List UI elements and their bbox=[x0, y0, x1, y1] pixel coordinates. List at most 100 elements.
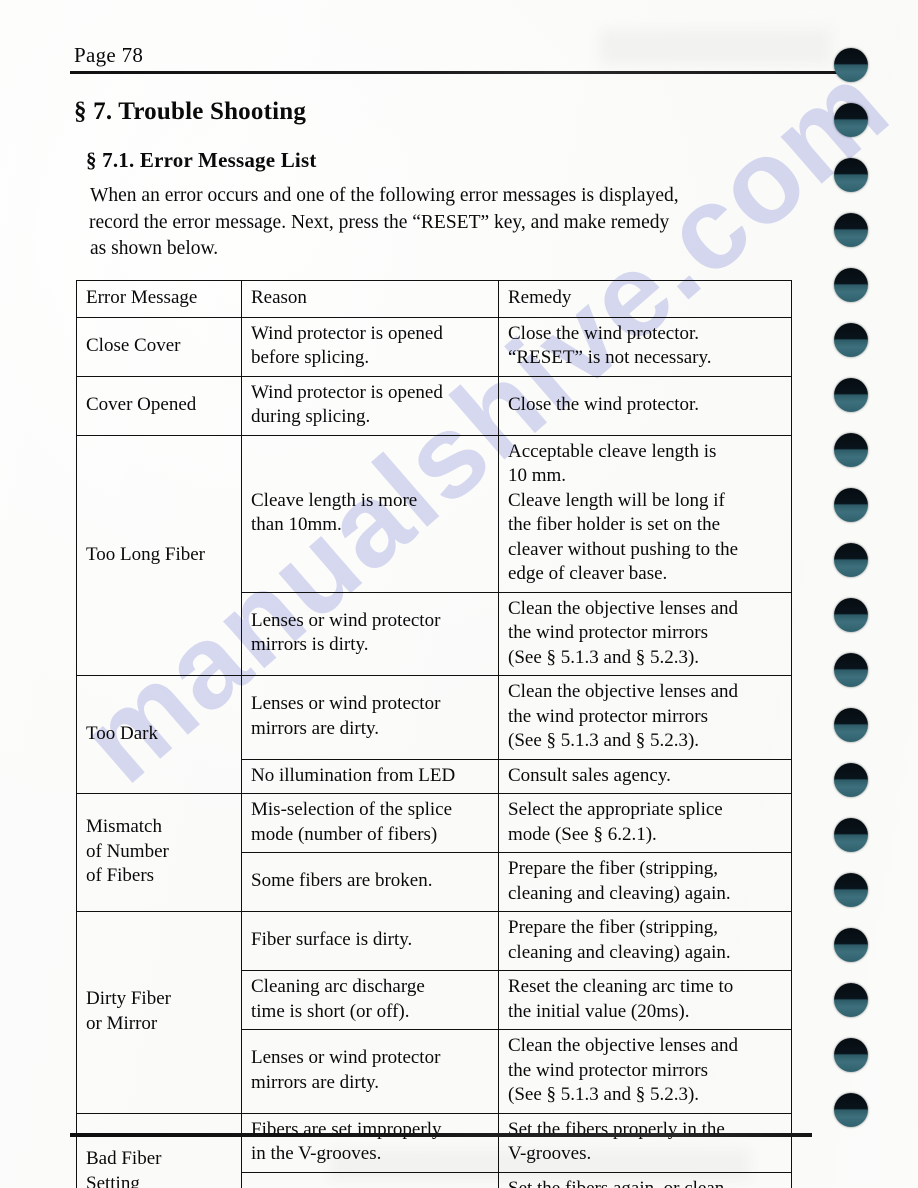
section-heading: § 7. Trouble Shooting bbox=[74, 98, 307, 125]
binding-hole bbox=[834, 873, 868, 907]
table-head: Error Message Reason Remedy bbox=[76, 280, 792, 318]
binding-hole bbox=[834, 928, 868, 962]
column-header-remedy: Remedy bbox=[498, 280, 792, 318]
cell-reason: Wind protector is opened before splicing. bbox=[241, 316, 499, 377]
cell-line: Cover Opened bbox=[86, 393, 197, 415]
cell-line: cleaver without pushing to the bbox=[508, 538, 739, 560]
cell-line: during splicing. bbox=[251, 406, 371, 427]
cell-line: mode (See § 6.2.1). bbox=[508, 823, 657, 845]
intro-line: as shown below. bbox=[90, 238, 219, 259]
cell-line: cleaning and cleaving) again. bbox=[508, 882, 731, 904]
cell-reason: Some fibers are broken. bbox=[241, 852, 499, 912]
binding-hole bbox=[834, 213, 868, 247]
table-row: Too Dark Lenses or wind protector mirrors … bbox=[76, 675, 792, 794]
cell-remedy: Consult sales agency. bbox=[498, 758, 792, 794]
table-body: Close Cover Wind protector is opened befor… bbox=[76, 316, 792, 1188]
scanned-manual-page: manualshive.com Page 78 § 7. Trouble Sho… bbox=[0, 0, 918, 1188]
cell-line: No illumination from LED bbox=[251, 764, 456, 786]
binding-hole bbox=[834, 48, 868, 82]
cell-line: Lenses or wind protector bbox=[251, 1047, 441, 1069]
cell-reason: Cleaning arc discharge time is short (or … bbox=[241, 970, 499, 1030]
cell-line: Prepare the fiber (stripping, bbox=[508, 858, 718, 879]
cell-line: Cleaning arc discharge bbox=[251, 976, 425, 997]
error-message-table: Error Message Reason Remedy Close Cover W… bbox=[76, 280, 792, 1188]
cell-reason: Large fiber offset bbox=[241, 1171, 499, 1188]
cell-line: Fiber surface is dirty. bbox=[251, 929, 413, 951]
cell-line: time is short (or off). bbox=[251, 1000, 410, 1022]
binding-hole bbox=[834, 543, 868, 577]
cell-remedy: Set the fibers again, or cleanthe V-groo… bbox=[498, 1171, 792, 1188]
cell-line: mirrors are dirty. bbox=[251, 717, 380, 739]
cell-line: Set the fibers again, or clean bbox=[508, 1177, 725, 1188]
cell-remedy: Clean the objective lenses and the wind p… bbox=[498, 1029, 792, 1114]
binding-hole bbox=[834, 103, 868, 137]
binding-hole bbox=[834, 378, 868, 412]
cell-line: Wind protector is opened bbox=[251, 322, 443, 344]
table-row: Close Cover Wind protector is opened befor… bbox=[76, 316, 792, 377]
cell-reason: Lenses or wind protector mirrors are dirt… bbox=[241, 1029, 499, 1114]
cell-remedy: Clean the objective lenses and the wind p… bbox=[498, 591, 792, 676]
cell-reason: Lenses or wind protector mirrors is dirty… bbox=[241, 591, 499, 676]
binding-hole bbox=[834, 1038, 868, 1072]
cell-line: before splicing. bbox=[251, 347, 370, 368]
intro-line: record the error message. Next, press th… bbox=[89, 211, 670, 233]
cell-line: the wind protector mirrors bbox=[508, 705, 708, 727]
header-rule bbox=[70, 71, 848, 74]
cell-line: the fiber holder is set on the bbox=[508, 514, 721, 535]
cell-line: Set the fibers properly in the bbox=[508, 1118, 725, 1140]
cell-line: of Number bbox=[86, 840, 169, 862]
binding-hole bbox=[834, 708, 868, 742]
cell-line: mode (number of fibers) bbox=[251, 823, 438, 845]
cell-line: Wind protector is opened bbox=[251, 381, 443, 403]
cell-line: than 10mm. bbox=[251, 514, 342, 535]
cell-line: V-grooves. bbox=[508, 1143, 592, 1164]
cell-remedy: Reset the cleaning arc time to the initia… bbox=[498, 970, 792, 1030]
cell-line: cleaning and cleaving) again. bbox=[508, 941, 731, 963]
table-row: Too Long Fiber Cleave length is more than … bbox=[76, 434, 792, 676]
intro-paragraph: When an error occurs and one of the foll… bbox=[89, 183, 802, 263]
cell-line: Consult sales agency. bbox=[508, 764, 671, 786]
binding-hole bbox=[834, 488, 868, 522]
cell-remedy: Set the fibers properly in the V-grooves. bbox=[498, 1112, 792, 1173]
cell-line: (See § 5.1.3 and § 5.2.3). bbox=[508, 1084, 700, 1105]
cell-remedy: Prepare the fiber (stripping, cleaning an… bbox=[498, 911, 792, 971]
cell-reason: Fibers are set improperly in the V-groove… bbox=[241, 1112, 499, 1173]
cell-line: in the V-grooves. bbox=[251, 1143, 382, 1164]
cell-reason: Fiber surface is dirty. bbox=[241, 911, 499, 971]
cell-error-message: Cover Opened bbox=[76, 375, 242, 436]
cell-reason: Lenses or wind protector mirrors are dirt… bbox=[241, 675, 499, 760]
cell-line: Mis-selection of the splice bbox=[251, 799, 453, 820]
footer-rule bbox=[70, 1133, 812, 1137]
binding-hole bbox=[834, 158, 868, 192]
cell-line: Fibers are set improperly bbox=[251, 1118, 442, 1140]
cell-line: Lenses or wind protector bbox=[251, 693, 441, 715]
cell-line: Select the appropriate splice bbox=[508, 799, 723, 820]
cell-reason: Wind protector is opened during splicing. bbox=[241, 375, 499, 436]
cell-line: Close the wind protector. bbox=[508, 322, 700, 344]
cell-line: (See § 5.1.3 and § 5.2.3). bbox=[508, 730, 700, 751]
cell-line: edge of cleaver base. bbox=[508, 563, 668, 584]
binding-hole bbox=[834, 433, 868, 467]
binding-hole bbox=[834, 598, 868, 632]
column-header-error-message: Error Message bbox=[76, 280, 242, 318]
cell-line: mirrors are dirty. bbox=[251, 1071, 380, 1093]
cell-reason: Cleave length is more than 10mm. bbox=[241, 434, 499, 593]
cell-remedy: Acceptable cleave length is 10 mm. Cleave … bbox=[498, 434, 792, 593]
cell-error-message: Too Dark bbox=[76, 675, 242, 794]
table-row: Bad Fiber Setting Fibers are set improperl… bbox=[76, 1112, 792, 1188]
binding-hole bbox=[834, 268, 868, 302]
cell-line: Close the wind protector. bbox=[508, 393, 700, 415]
cell-line: the wind protector mirrors bbox=[508, 622, 708, 643]
cell-line: Some fibers are broken. bbox=[251, 870, 433, 892]
cell-reason: No illumination from LED bbox=[241, 758, 499, 794]
cell-remedy: Select the appropriate splice mode (See §… bbox=[498, 793, 792, 853]
cell-line: Clean the objective lenses and bbox=[508, 681, 739, 702]
cell-remedy: Close the wind protector. “RESET” is not … bbox=[498, 316, 792, 377]
cell-line: Clean the objective lenses and bbox=[508, 597, 739, 619]
cell-remedy: Prepare the fiber (stripping, cleaning an… bbox=[498, 852, 792, 912]
cell-line: (See § 5.1.3 and § 5.2.3). bbox=[508, 646, 700, 668]
cell-remedy: Clean the objective lenses and the wind p… bbox=[498, 675, 792, 760]
cell-reason: Mis-selection of the splice mode (number … bbox=[241, 793, 499, 853]
binding-hole bbox=[834, 763, 868, 797]
cell-error-message: Bad Fiber Setting bbox=[76, 1112, 242, 1188]
